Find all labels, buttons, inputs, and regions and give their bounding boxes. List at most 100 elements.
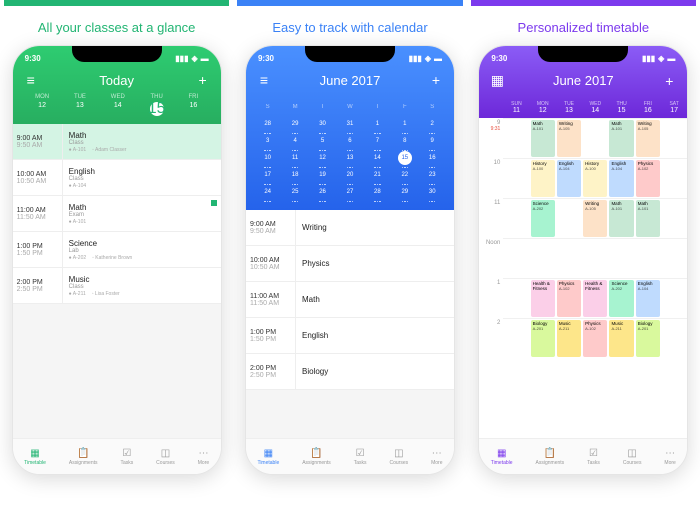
calendar-day[interactable]: 28 (370, 185, 384, 199)
weekday-header[interactable]: TUE13 (556, 101, 582, 114)
tab-more[interactable]: ⋯More (664, 448, 675, 466)
month-calendar[interactable]: SMTWTFS282930311123456789101112131415161… (246, 96, 454, 210)
calendar-day[interactable]: 21 (370, 168, 384, 182)
weekday-header[interactable]: THU15 (608, 101, 634, 114)
weekday-header[interactable]: WED14 (582, 101, 608, 114)
calendar-day[interactable]: 8 (398, 134, 412, 148)
tab-timetable[interactable]: ▦Timetable (491, 448, 513, 466)
class-list[interactable]: 9:00 AM9:50 AMMathClass● A-101◦ Adam Cla… (13, 124, 221, 438)
class-block[interactable]: ScienceA-202 (531, 200, 555, 237)
class-row[interactable]: 1:00 PM1:50 PMScienceLab● A-202◦ Katheri… (13, 232, 221, 268)
day-option[interactable]: THU15 (150, 94, 164, 116)
class-block[interactable]: WritingA-105 (583, 200, 607, 237)
week-header[interactable]: SUN11MON12TUE13WED14THU15FRI16SAT17 (479, 97, 687, 118)
calendar-day[interactable]: 4 (288, 134, 302, 148)
timetable-body[interactable]: 99:311011Noon12 MathA-101WritingA-105Mat… (479, 118, 687, 438)
calendar-day[interactable]: 29 (398, 185, 412, 199)
calendar-day[interactable]: 30 (425, 185, 439, 199)
calendar-day[interactable]: 1 (370, 117, 384, 131)
calendar-day[interactable]: 26 (316, 185, 330, 199)
calendar-day[interactable]: 31 (343, 117, 357, 131)
tab-courses[interactable]: ◫Courses (390, 448, 409, 466)
calendar-day[interactable]: 9 (425, 134, 439, 148)
weekday-header[interactable]: SUN11 (503, 101, 529, 114)
weekday-header[interactable]: SAT17 (661, 101, 687, 114)
class-row[interactable]: 10:00 AM10:50 AMPhysics (246, 246, 454, 282)
class-block[interactable]: EnglishA-104 (557, 160, 581, 197)
calendar-day[interactable]: 28 (261, 117, 275, 131)
day-option[interactable]: TUE13 (74, 94, 86, 116)
class-block[interactable]: MathA-101 (531, 120, 555, 157)
calendar-day[interactable]: 30 (316, 117, 330, 131)
calendar-day[interactable]: 24 (261, 185, 275, 199)
class-block[interactable]: ScienceA-202 (609, 280, 633, 317)
calendar-day[interactable]: 3 (261, 134, 275, 148)
class-block[interactable]: MusicA-211 (609, 320, 633, 357)
calendar-day[interactable]: 19 (316, 168, 330, 182)
tab-courses[interactable]: ◫Courses (156, 448, 175, 466)
class-row[interactable]: 9:00 AM9:50 AMWriting (246, 210, 454, 246)
calendar-day[interactable]: 2 (425, 117, 439, 131)
tab-timetable[interactable]: ▦Timetable (24, 448, 46, 466)
calendar-day[interactable]: 27 (343, 185, 357, 199)
class-block[interactable]: WritingA-105 (636, 120, 660, 157)
class-block[interactable]: BiologyA-201 (531, 320, 555, 357)
day-option[interactable]: MON12 (35, 94, 49, 116)
class-block[interactable]: PhysicsA-102 (583, 320, 607, 357)
tab-more[interactable]: ⋯More (431, 448, 442, 466)
tab-tasks[interactable]: ☑Tasks (354, 448, 367, 466)
day-option[interactable]: WED14 (111, 94, 125, 116)
class-row[interactable]: 2:00 PM2:50 PMBiology (246, 354, 454, 390)
calendar-day[interactable]: 5 (316, 134, 330, 148)
calendar-day[interactable]: 23 (425, 168, 439, 182)
class-block[interactable]: MathA-101 (636, 200, 660, 237)
tab-assignments[interactable]: 📋Assignments (302, 448, 331, 466)
calendar-day[interactable]: 12 (316, 151, 330, 165)
class-block[interactable]: EnglishA-104 (609, 160, 633, 197)
tab-more[interactable]: ⋯More (198, 448, 209, 466)
class-block[interactable]: PhysicsA-102 (557, 280, 581, 317)
class-row[interactable]: 11:00 AM11:50 AMMathExam● A-101 (13, 196, 221, 232)
weekday-header[interactable]: MON12 (530, 101, 556, 114)
calendar-day[interactable]: 1 (398, 117, 412, 131)
calendar-day[interactable]: 10 (261, 151, 275, 165)
calendar-day[interactable]: 16 (425, 151, 439, 165)
calendar-day[interactable]: 17 (261, 168, 275, 182)
add-icon[interactable]: + (661, 73, 677, 89)
weekday-header[interactable]: FRI16 (635, 101, 661, 114)
class-block[interactable]: MusicA-211 (557, 320, 581, 357)
calendar-day[interactable]: 7 (370, 134, 384, 148)
tab-tasks[interactable]: ☑Tasks (587, 448, 600, 466)
class-block[interactable]: MathA-101 (609, 120, 633, 157)
calendar-day[interactable]: 15 (398, 151, 412, 165)
class-row[interactable]: 2:00 PM2:50 PMMusicClass● A-211◦ Lisa Fo… (13, 268, 221, 304)
calendar-day[interactable]: 22 (398, 168, 412, 182)
menu-icon[interactable]: ≡ (23, 72, 39, 88)
class-block[interactable]: PhysicsA-102 (636, 160, 660, 197)
class-row[interactable]: 10:00 AM10:50 AMEnglishClass● A-104 (13, 160, 221, 196)
menu-icon[interactable]: ≡ (256, 72, 272, 88)
calendar-day[interactable]: 13 (343, 151, 357, 165)
calendar-day[interactable]: 14 (370, 151, 384, 165)
day-option[interactable]: FRI16 (189, 94, 199, 116)
calendar-day[interactable]: 25 (288, 185, 302, 199)
tab-courses[interactable]: ◫Courses (623, 448, 642, 466)
tab-assignments[interactable]: 📋Assignments (69, 448, 98, 466)
tab-timetable[interactable]: ▦Timetable (257, 448, 279, 466)
class-block[interactable]: BiologyA-201 (636, 320, 660, 357)
class-row[interactable]: 9:00 AM9:50 AMMathClass● A-101◦ Adam Cla… (13, 124, 221, 160)
class-row[interactable]: 1:00 PM1:50 PMEnglish (246, 318, 454, 354)
class-block[interactable]: Health & Fitness (583, 280, 607, 317)
class-block[interactable]: MathA-101 (609, 200, 633, 237)
calendar-day[interactable]: 11 (288, 151, 302, 165)
timetable-grid[interactable]: MathA-101WritingA-105MathA-101WritingA-1… (503, 118, 687, 438)
class-block[interactable]: EnglishA-104 (636, 280, 660, 317)
calendar-day[interactable]: 20 (343, 168, 357, 182)
calendar-day[interactable]: 29 (288, 117, 302, 131)
class-block[interactable]: HistoryA-100 (531, 160, 555, 197)
day-selector[interactable]: MON12 TUE13 WED14 THU15 FRI16 (23, 94, 211, 116)
calendar-day[interactable]: 18 (288, 168, 302, 182)
tab-tasks[interactable]: ☑Tasks (120, 448, 133, 466)
calendar-day[interactable]: 6 (343, 134, 357, 148)
class-row[interactable]: 11:00 AM11:50 AMMath (246, 282, 454, 318)
